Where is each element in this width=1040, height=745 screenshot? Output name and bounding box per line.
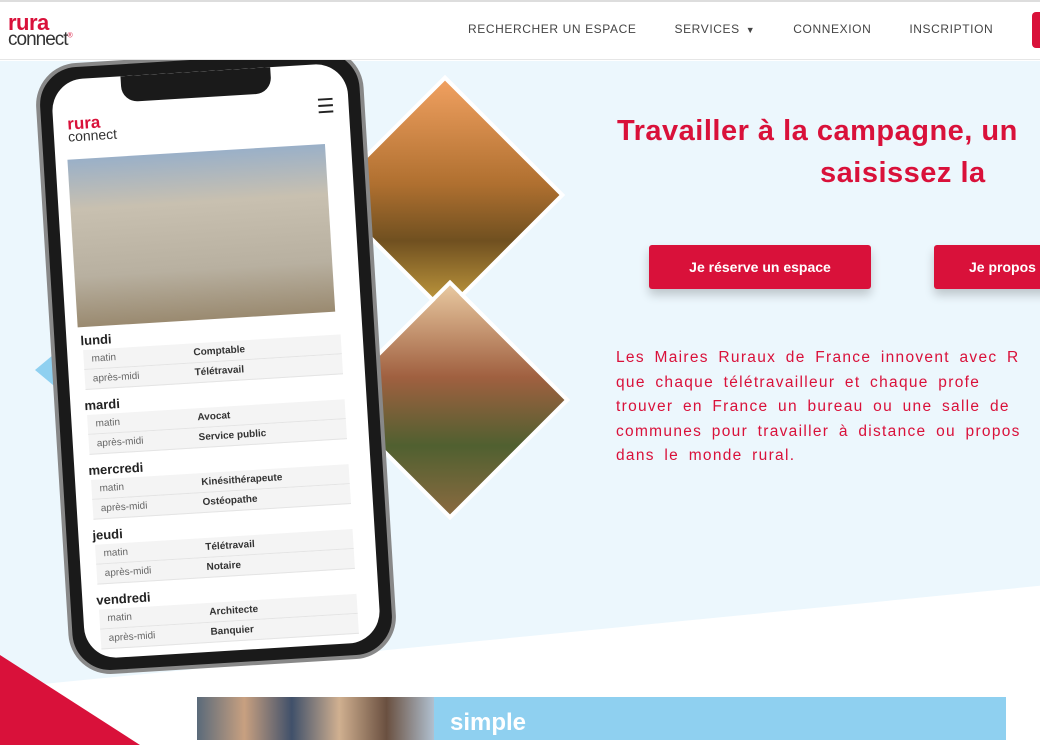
nav-services[interactable]: SERVICES ▼ — [674, 22, 755, 36]
slot-value: Banquier — [210, 624, 255, 638]
phone-mockup: rura connect ☰ lundi matin Comptable après-… — [33, 45, 399, 677]
slot-value: Notaire — [206, 559, 242, 573]
slot-value: Service public — [198, 428, 267, 444]
logo[interactable]: rura connect® — [8, 12, 73, 50]
schedule-day: jeudi matin Télétravail après-midi Notaire — [90, 510, 355, 585]
nav-connexion[interactable]: CONNEXION — [793, 22, 871, 36]
slot-time: matin — [91, 352, 117, 365]
schedule-day: mardi matin Avocat après-midi Service public — [82, 380, 348, 455]
schedule-day: vendredi matin Architecte après-midi Banquie… — [94, 575, 359, 650]
slot-time: matin — [107, 611, 133, 625]
slot-time: après-midi — [96, 435, 144, 450]
propose-space-button[interactable]: Je propos — [934, 245, 1040, 289]
hero-description: Les Maires Ruraux de France innovent ave… — [616, 349, 1021, 464]
slot-time: après-midi — [108, 630, 156, 645]
phone-logo: rura connect — [66, 112, 118, 145]
phone-notch — [120, 67, 272, 103]
slot-value: Architecte — [208, 603, 259, 618]
logo-text: connect — [8, 29, 69, 50]
slot-value: Ostéopathe — [202, 493, 258, 509]
slot-time: après-midi — [100, 500, 148, 515]
slot-time: après-midi — [104, 565, 152, 580]
slot-time: après-midi — [92, 370, 140, 385]
slot-value: Comptable — [193, 344, 246, 359]
schedule-list: lundi matin Comptable après-midi Télétravail… — [78, 315, 359, 655]
phone-screen: rura connect ☰ lundi matin Comptable après-… — [50, 62, 382, 660]
site-header: rura connect® RECHERCHER UN ESPACE SERVI… — [0, 2, 1040, 60]
slot-time: matin — [99, 481, 125, 495]
schedule-day: lundi matin Comptable après-midi Télétravail — [78, 315, 344, 391]
hamburger-icon: ☰ — [316, 95, 336, 119]
simple-section-banner: simple — [434, 697, 1006, 740]
slot-value: Télétravail — [194, 364, 245, 379]
nav-inscription[interactable]: INSCRIPTION — [909, 22, 993, 36]
registered-icon: ® — [67, 32, 73, 40]
town-hall-image — [67, 143, 336, 328]
people-photo-strip — [197, 697, 434, 740]
main-nav: RECHERCHER UN ESPACE SERVICES ▼ CONNEXION… — [468, 22, 993, 36]
slot-time: matin — [103, 546, 129, 560]
slot-value: Avocat — [197, 410, 231, 424]
slot-time: matin — [95, 416, 121, 430]
schedule-day: mercredi matin Kinésithérapeute après-midi O… — [86, 445, 351, 520]
header-cta-button[interactable] — [1032, 12, 1040, 48]
hero-title-line1: Travailler à la campagne, un — [617, 115, 1018, 147]
hero-title-line2: saisissez la — [820, 157, 986, 189]
reserve-space-button[interactable]: Je réserve un espace — [649, 245, 871, 289]
slot-value: Télétravail — [205, 538, 256, 553]
slot-value: Kinésithérapeute — [201, 472, 283, 489]
caret-down-icon: ▼ — [745, 25, 756, 35]
nav-rechercher[interactable]: RECHERCHER UN ESPACE — [468, 22, 636, 36]
